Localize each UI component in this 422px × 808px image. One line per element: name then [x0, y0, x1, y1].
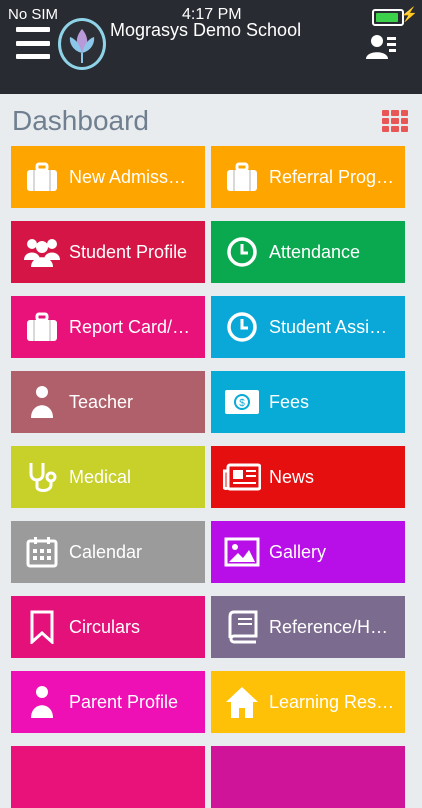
svg-text:$: $	[239, 398, 245, 409]
banknote-icon: $	[223, 383, 261, 421]
calendar-icon	[23, 533, 61, 571]
image-icon	[223, 533, 261, 571]
tile-label: Calendar	[69, 541, 143, 562]
tile-label: Gallery	[269, 541, 327, 562]
tile-label: Parent Profile	[69, 691, 179, 712]
tile-label: New Admiss…	[69, 166, 187, 187]
dashboard-tile[interactable]: Referral Prog…	[211, 146, 405, 208]
tile-label: News	[269, 466, 315, 487]
person-icon	[23, 683, 61, 721]
grid-view-icon[interactable]	[382, 110, 408, 132]
person-icon	[23, 383, 61, 421]
charging-icon: ⚡	[400, 6, 418, 22]
tile-label: Student Assi…	[269, 316, 388, 337]
dashboard-tile[interactable]: $ Fees	[211, 371, 405, 433]
book-icon	[223, 608, 261, 646]
clock-icon	[223, 308, 261, 346]
tile-label: Circulars	[69, 616, 141, 637]
dashboard-tile[interactable]: New Admiss…	[11, 146, 205, 208]
dashboard-tile-partial[interactable]	[11, 746, 205, 808]
tile-label: Reference/H…	[269, 616, 389, 637]
dashboard-tile[interactable]: Attendance	[211, 221, 405, 283]
tile-label: Medical	[69, 466, 132, 487]
stethoscope-icon	[23, 458, 61, 496]
newspaper-icon	[223, 458, 261, 496]
top-bar: No SIM 4:17 PM ⚡ Mograsys Demo School	[0, 0, 422, 94]
tile-label: Referral Prog…	[269, 166, 395, 187]
dashboard-tile[interactable]: Circulars	[11, 596, 205, 658]
dashboard-tile[interactable]: Parent Profile	[11, 671, 205, 733]
dashboard-tile[interactable]: Student Profile	[11, 221, 205, 283]
dashboard-tile[interactable]: Calendar	[11, 521, 205, 583]
tile-label: Learning Res…	[269, 691, 395, 712]
briefcase-icon	[23, 158, 61, 196]
home-icon	[223, 683, 261, 721]
battery-icon	[372, 9, 404, 26]
menu-icon[interactable]	[16, 27, 50, 59]
dashboard-tile[interactable]: Medical	[11, 446, 205, 508]
tile-label: Attendance	[269, 241, 361, 262]
dashboard-tile-partial[interactable]	[211, 746, 405, 808]
dashboard-tile[interactable]: News	[211, 446, 405, 508]
tile-label: Fees	[269, 391, 310, 412]
dashboard-tile[interactable]: Gallery	[211, 521, 405, 583]
carrier-label: No SIM	[8, 6, 59, 23]
user-profile-icon[interactable]	[366, 33, 398, 61]
school-logo	[58, 18, 106, 70]
battery-fill	[376, 13, 398, 22]
briefcase-icon	[223, 158, 261, 196]
dashboard-tile[interactable]: Learning Res…	[211, 671, 405, 733]
dashboard-tile[interactable]: Teacher	[11, 371, 205, 433]
school-name: Mograsys Demo School	[110, 20, 302, 40]
tile-label: Student Profile	[69, 241, 188, 262]
group-icon	[23, 233, 61, 271]
dashboard-tile[interactable]: Student Assi…	[211, 296, 405, 358]
tile-label: Teacher	[69, 391, 134, 412]
page-title: Dashboard	[12, 105, 149, 136]
clock-icon	[223, 233, 261, 271]
bookmark-icon	[23, 608, 61, 646]
tile-label: Report Card/…	[69, 316, 191, 337]
dashboard-tile[interactable]: Report Card/…	[11, 296, 205, 358]
briefcase-icon	[23, 308, 61, 346]
dashboard-tile[interactable]: Reference/H…	[211, 596, 405, 658]
